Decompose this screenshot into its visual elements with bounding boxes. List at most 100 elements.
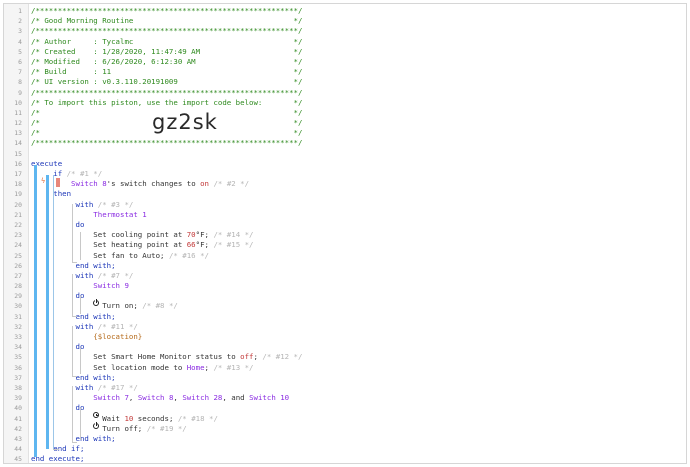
condition-flag [56,178,60,187]
line-number: 34 [14,343,22,352]
line-number: 33 [14,333,22,341]
code-line: 3 /**************************************… [4,26,684,36]
line-number: 5 [18,47,22,56]
code-token: Turn off; [102,423,147,433]
code-text: do [31,403,85,413]
code-token: /* Build : 11 */ [31,67,303,77]
with-block-end-17 [72,442,77,443]
code-text: Turn off; /* #19 */ [31,424,187,434]
code-token: Turn on; [102,301,143,311]
code-text: /***************************************… [31,6,302,16]
with-block-guide-11 [72,326,73,376]
line-number: 17 [14,170,22,178]
code-token: /* #14 */ [213,230,254,240]
code-token: end with; [75,260,116,270]
code-text: /***************************************… [31,26,302,36]
code-token: /* To import this piston, use the import… [31,97,303,107]
code-line: 33 {$location} [4,332,684,342]
code-token: Switch 28 [182,393,223,403]
code-token: 66 [186,240,196,250]
line-number: 44 [14,445,22,454]
line-number: 37 [14,373,22,382]
line-number: 35 [14,353,22,362]
power-off-icon [93,422,99,429]
line-number: 25 [14,251,22,260]
code-token: /* #19 */ [146,423,187,433]
code-line: 22 do [4,220,684,230]
code-text: /* Created : 1/28/2020, 11:47:49 AM */ [31,47,302,57]
code-text: Set fan to Auto; /* #16 */ [31,251,209,261]
code-line: 35 Set Smart Home Monitor status to off;… [4,352,684,362]
line-number: 1 [18,7,22,15]
with-block-guide-7 [72,274,73,316]
code-line: 18 Switch 8's switch changes to on /* #2… [4,179,684,189]
line-number: 31 [14,312,22,321]
code-token: /* #2 */ [209,179,250,189]
code-token: on [200,179,210,189]
code-text: then [31,189,71,199]
code-token: /* #12 */ [262,352,303,362]
code-token: , [173,393,183,403]
line-number: 7 [18,68,22,77]
do-block-guide-17 [80,408,81,440]
code-text: Set heating point at 66°F; /* #15 */ [31,240,254,250]
code-token: Home [186,362,205,372]
code-token: if [53,169,63,178]
code-token: then [53,189,72,199]
code-line: 42 Turn off; /* #19 */ [4,424,684,434]
line-number: 32 [14,322,22,331]
code-line: 39 Switch 7, Switch 8, Switch 28, and Sw… [4,393,684,403]
code-line: 34 do [4,342,684,352]
code-line: 5 /* Created : 1/28/2020, 11:47:49 AM */ [4,47,684,57]
code-line: 16 execute [4,159,684,169]
line-number: 45 [14,455,22,464]
code-text: /***************************************… [31,88,302,98]
code-line: 28 Switch 9 [4,281,684,291]
code-line: 38 with /* #17 */ [4,383,684,393]
code-line: 6 /* Modified : 6/26/2020, 6:12:30 AM */ [4,57,684,67]
code-token: /***************************************… [31,138,303,148]
code-line: 17 if /* #1 */ [4,169,684,179]
import-code: gz2sk [152,110,218,134]
line-number: 14 [14,139,22,148]
code-token: °F; [195,240,214,250]
line-number: 27 [14,271,22,280]
code-token: /* #15 */ [213,240,254,250]
power-icon [93,299,99,306]
line-number: 30 [14,302,22,311]
line-number: 41 [14,414,22,423]
code-text: /* UI version : v0.3.110.20191009 */ [31,77,302,87]
code-token: Thermostat 1 [93,209,147,219]
line-number: 13 [14,129,22,138]
if-end-guide [53,449,59,450]
line-number: 6 [18,57,22,66]
code-token: Switch 9 [93,281,129,291]
code-token: /***************************************… [31,6,303,15]
code-token: end with; [75,311,116,321]
code-line: 8 /* UI version : v0.3.110.20191009 */ [4,77,684,87]
code-line: 9 /**************************************… [4,88,684,98]
code-line: 23 Set cooling point at 70°F; /* #14 */ [4,230,684,240]
code-token: /* #16 */ [168,250,209,260]
code-token: end execute; [31,454,85,464]
line-number: 8 [18,78,22,87]
code-token: Set heating point at [31,240,187,250]
code-token: /* #13 */ [213,362,254,372]
code-line: 26 end with; [4,261,684,271]
line-number: 40 [14,404,22,413]
lightning-bolt-icon: ϟ [41,177,46,185]
code-text: end with; [31,373,116,383]
code-token: /* #11 */ [93,321,138,331]
code-line: 25 Set fan to Auto; /* #16 */ [4,251,684,261]
code-line: 12/* */ [4,118,684,128]
code-token: /***************************************… [31,26,303,36]
code-line: 41 Wait 10 seconds; /* #18 */ [4,414,684,424]
line-number: 16 [14,159,22,168]
code-token: end with; [75,433,116,443]
code-text: /* Author : Tycalmc */ [31,37,302,47]
code-line: 27 with /* #7 */ [4,271,684,281]
code-line: 29 do [4,291,684,301]
